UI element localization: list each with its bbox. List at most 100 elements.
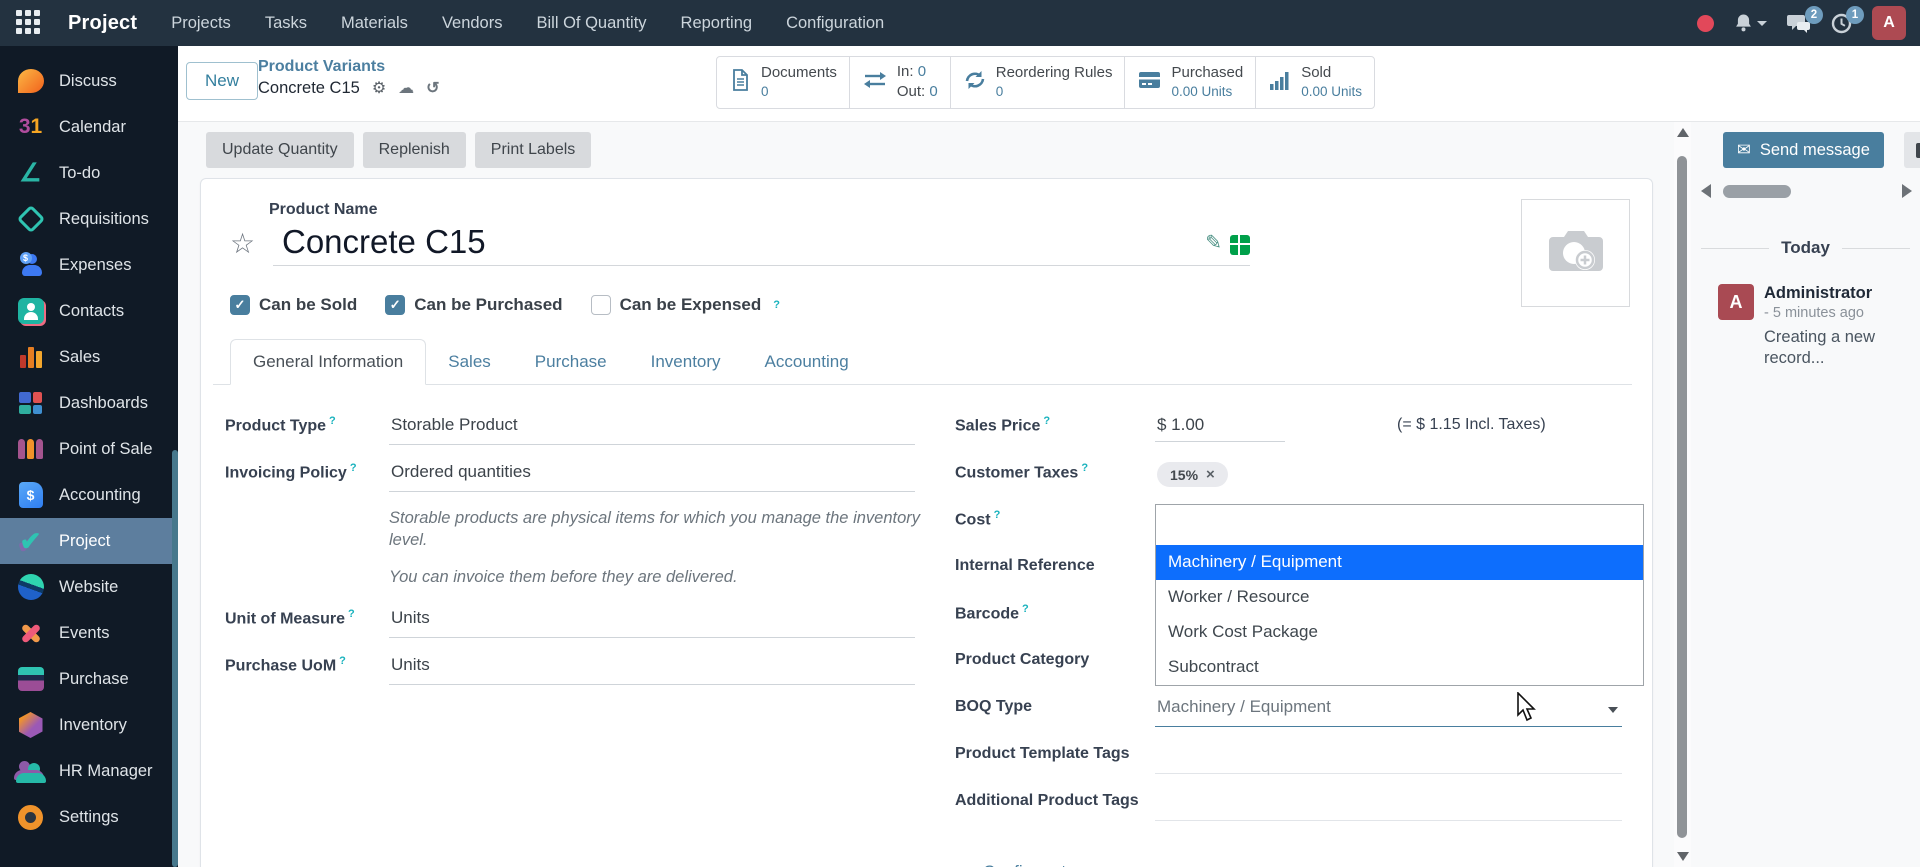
cloud-save-icon[interactable]: ☁ bbox=[398, 81, 414, 97]
gear-icon[interactable]: ⚙ bbox=[372, 81, 386, 97]
vertical-scrollbar-thumb[interactable] bbox=[1677, 156, 1687, 838]
recording-indicator-icon[interactable] bbox=[1697, 15, 1714, 32]
update-quantity-button[interactable]: Update Quantity bbox=[206, 132, 354, 168]
boq-type-select[interactable]: Machinery / Equipment bbox=[1155, 697, 1622, 727]
sidebar-item-hr-manager[interactable]: HR Manager bbox=[0, 748, 178, 794]
in-out-stat-button[interactable]: In: 0 Out: 0 bbox=[849, 56, 951, 109]
sidebar-item-website[interactable]: Website bbox=[0, 564, 178, 610]
sidebar-item-project[interactable]: ✔ Project bbox=[0, 518, 178, 564]
reordering-rules-stat-button[interactable]: Reordering Rules 0 bbox=[950, 56, 1126, 109]
sidebar-item-expenses[interactable]: $ Expenses bbox=[0, 242, 178, 288]
sidebar-item-requisitions[interactable]: Requisitions bbox=[0, 196, 178, 242]
dropdown-option-machinery-equipment[interactable]: Machinery / Equipment bbox=[1156, 545, 1643, 580]
dropdown-option-work-cost-package[interactable]: Work Cost Package bbox=[1156, 615, 1643, 650]
menu-bill-of-quantity[interactable]: Bill Of Quantity bbox=[536, 14, 646, 33]
documents-stat-button[interactable]: Documents 0 bbox=[716, 56, 850, 109]
can-be-expensed-checkbox[interactable]: Can be Expensed ? bbox=[591, 295, 780, 315]
menu-configuration[interactable]: Configuration bbox=[786, 14, 884, 33]
product-form-card: Product Name ☆ Concrete C15 ✎ ✓ Can be S… bbox=[200, 178, 1653, 867]
discard-icon[interactable]: ↺ bbox=[426, 81, 439, 97]
expenses-icon: $ bbox=[14, 249, 47, 282]
sidebar-item-point-of-sale[interactable]: Point of Sale bbox=[0, 426, 178, 472]
accounting-icon: $ bbox=[14, 479, 47, 512]
new-button[interactable]: New bbox=[186, 62, 258, 100]
help-marker: ? bbox=[329, 415, 336, 427]
tab-sales[interactable]: Sales bbox=[426, 340, 513, 384]
print-labels-button[interactable]: Print Labels bbox=[475, 132, 592, 168]
horizontal-scrollbar-thumb[interactable] bbox=[1723, 185, 1791, 198]
scroll-up-arrow-icon[interactable] bbox=[1677, 128, 1689, 137]
dropdown-option-worker-resource[interactable]: Worker / Resource bbox=[1156, 580, 1643, 615]
dropdown-option-blank[interactable] bbox=[1156, 505, 1643, 545]
menu-vendors[interactable]: Vendors bbox=[442, 14, 503, 33]
tax-remove-icon[interactable]: × bbox=[1206, 466, 1215, 483]
sales-price-field[interactable]: $ 1.00 bbox=[1155, 415, 1285, 442]
unit-of-measure-field[interactable]: Units bbox=[389, 608, 915, 638]
sidebar-item-sales[interactable]: Sales bbox=[0, 334, 178, 380]
dropdown-option-subcontract[interactable]: Subcontract bbox=[1156, 650, 1643, 685]
internal-reference-label: Internal Reference bbox=[955, 556, 1155, 576]
menu-materials[interactable]: Materials bbox=[341, 14, 408, 33]
document-icon bbox=[729, 68, 752, 97]
log-note-button[interactable]: Log note bbox=[1904, 132, 1920, 168]
menu-projects[interactable]: Projects bbox=[171, 14, 231, 33]
sidebar-item-purchase[interactable]: Purchase bbox=[0, 656, 178, 702]
sidebar-item-dashboards[interactable]: Dashboards bbox=[0, 380, 178, 426]
purchase-icon bbox=[14, 663, 47, 696]
activities-clock-icon[interactable]: 1 bbox=[1831, 13, 1852, 34]
capability-checkboxes: ✓ Can be Sold ✓ Can be Purchased Can be … bbox=[230, 295, 1632, 315]
product-type-field[interactable]: Storable Product bbox=[389, 415, 915, 445]
product-image-placeholder[interactable] bbox=[1521, 199, 1630, 307]
user-avatar[interactable]: A bbox=[1872, 6, 1906, 40]
message-body: Creating a new record... bbox=[1764, 327, 1884, 370]
can-be-sold-checkbox[interactable]: ✓ Can be Sold bbox=[230, 295, 357, 315]
message-avatar[interactable]: A bbox=[1718, 284, 1754, 320]
messages-icon[interactable]: 2 bbox=[1787, 13, 1811, 33]
dashboards-icon bbox=[14, 387, 47, 420]
can-be-purchased-checkbox[interactable]: ✓ Can be Purchased bbox=[385, 295, 562, 315]
favorite-star-icon[interactable]: ☆ bbox=[230, 227, 255, 260]
contacts-icon bbox=[14, 295, 47, 328]
product-type-help-text: Storable products are physical items for… bbox=[389, 507, 929, 588]
scroll-down-arrow-icon[interactable] bbox=[1677, 852, 1689, 861]
sidebar-item-settings[interactable]: Settings bbox=[0, 794, 178, 840]
tab-purchase[interactable]: Purchase bbox=[513, 340, 629, 384]
scroll-right-arrow-icon[interactable] bbox=[1902, 184, 1912, 198]
note-icon bbox=[1916, 143, 1920, 158]
sidebar-item-accounting[interactable]: $ Accounting bbox=[0, 472, 178, 518]
help-marker: ? bbox=[1022, 603, 1029, 615]
tab-accounting[interactable]: Accounting bbox=[743, 340, 871, 384]
sold-stat-button[interactable]: Sold 0.00 Units bbox=[1255, 56, 1375, 109]
product-template-tags-field[interactable] bbox=[1155, 744, 1622, 774]
product-name-input[interactable]: Concrete C15 ✎ bbox=[273, 223, 1250, 266]
replenish-button[interactable]: Replenish bbox=[363, 132, 466, 168]
menu-tasks[interactable]: Tasks bbox=[265, 14, 307, 33]
current-app-title[interactable]: Project bbox=[68, 12, 137, 35]
configure-tags-link[interactable]: → Configure tags bbox=[955, 861, 1622, 867]
tab-general-information[interactable]: General Information bbox=[230, 339, 426, 385]
sidebar-item-todo[interactable]: ∠ To-do bbox=[0, 150, 178, 196]
calendar-icon: 31 bbox=[14, 111, 47, 144]
translate-pencil-icon[interactable]: ✎ bbox=[1205, 230, 1222, 255]
menu-reporting[interactable]: Reporting bbox=[681, 14, 753, 33]
purchase-uom-field[interactable]: Units bbox=[389, 655, 915, 685]
breadcrumb-parent-link[interactable]: Product Variants bbox=[258, 58, 440, 76]
notifications-bell-icon[interactable] bbox=[1734, 13, 1767, 33]
sidebar-item-discuss[interactable]: Discuss bbox=[0, 58, 178, 104]
sidebar-item-events[interactable]: Events bbox=[0, 610, 178, 656]
tab-inventory[interactable]: Inventory bbox=[629, 340, 743, 384]
sidebar-scrollbar-thumb[interactable] bbox=[172, 450, 178, 867]
sidebar-item-calendar[interactable]: 31 Calendar bbox=[0, 104, 178, 150]
sidebar-item-contacts[interactable]: Contacts bbox=[0, 288, 178, 334]
customer-taxes-field[interactable]: 15%× bbox=[1155, 462, 1622, 493]
help-marker: ? bbox=[350, 462, 357, 474]
send-message-button[interactable]: ✉ Send message bbox=[1723, 132, 1884, 168]
invoicing-policy-field[interactable]: Ordered quantities bbox=[389, 462, 915, 492]
apps-menu-icon[interactable] bbox=[16, 10, 42, 36]
scroll-left-arrow-icon[interactable] bbox=[1701, 184, 1711, 198]
breadcrumb: Product Variants Concrete C15 ⚙ ☁ ↺ bbox=[258, 58, 440, 98]
purchased-stat-button[interactable]: Purchased 0.00 Units bbox=[1124, 56, 1256, 109]
sidebar-item-inventory[interactable]: Inventory bbox=[0, 702, 178, 748]
additional-product-tags-field[interactable] bbox=[1155, 791, 1622, 821]
spreadsheet-icon[interactable] bbox=[1230, 235, 1250, 255]
